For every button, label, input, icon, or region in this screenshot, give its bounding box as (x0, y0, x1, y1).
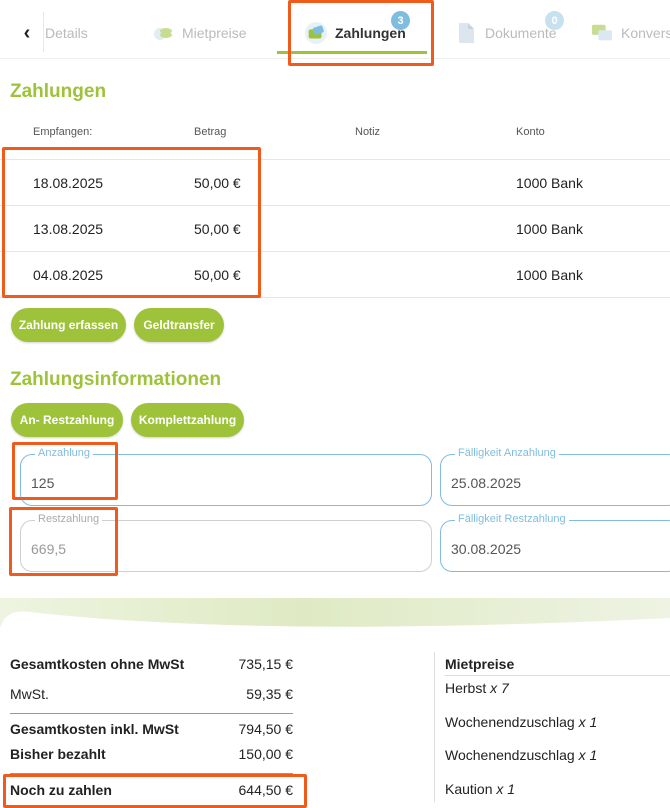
total-net-label: Gesamtkosten ohne MwSt (10, 656, 185, 672)
rental-item-name: Kaution (445, 781, 493, 797)
document-icon (455, 22, 477, 44)
partial-payment-button[interactable]: An- Restzahlung (11, 403, 123, 437)
rental-item-multiplier: x 7 (490, 680, 509, 696)
highlight-box (3, 774, 307, 808)
tab-label: Konvers (621, 25, 670, 41)
highlight-box (288, 0, 434, 66)
column-header: Konto (516, 126, 545, 138)
deposit-due-field[interactable]: Fälligkeit Anzahlung 25.08.2025 (440, 447, 670, 506)
rental-item-multiplier: x 1 (578, 747, 598, 763)
vat-label: MwSt. (10, 686, 49, 702)
rental-item-multiplier: x 1 (578, 714, 598, 730)
paid-value: 150,00 € (238, 746, 294, 762)
chevron-left-icon[interactable]: ‹ (12, 18, 42, 48)
rental-item-multiplier: x 1 (496, 781, 516, 797)
tab-dokumente[interactable]: Dokumente (455, 18, 557, 48)
total-gross-value: 794,50 € (238, 721, 294, 737)
record-payment-button[interactable]: Zahlung erfassen (11, 308, 126, 342)
tab-konversation[interactable]: Konvers (591, 18, 670, 48)
section-title-payments: Zahlungen (10, 81, 107, 102)
column-header: Notiz (355, 126, 381, 138)
tab-label: Details (45, 25, 88, 41)
tab-badge: 0 (545, 11, 564, 30)
total-gross-label: Gesamtkosten inkl. MwSt (10, 721, 179, 737)
tab-label: Dokumente (485, 25, 557, 41)
column-header: Empfangen: (33, 126, 93, 138)
divider (445, 675, 670, 676)
highlight-box (9, 507, 118, 576)
field-label: Fälligkeit Anzahlung (455, 447, 559, 459)
list-item: Wochenendzuschlag x 1 (445, 747, 597, 763)
full-payment-button[interactable]: Komplettzahlung (131, 403, 244, 437)
highlight-box (2, 147, 261, 298)
total-net-value: 735,15 € (238, 656, 294, 672)
wave-divider (0, 598, 670, 638)
chat-icon (591, 22, 613, 44)
divider (10, 713, 293, 714)
payment-account: 1000 Bank (516, 221, 583, 237)
vat-value: 59,35 € (246, 686, 293, 702)
rental-item-name: Wochenendzuschlag (445, 714, 575, 730)
list-item: Wochenendzuschlag x 1 (445, 714, 597, 730)
coins-icon (152, 22, 174, 44)
paid-label: Bisher bezahlt (10, 746, 106, 762)
rental-item-name: Wochenendzuschlag (445, 747, 575, 763)
column-header: Betrag (194, 126, 227, 138)
divider (43, 12, 44, 52)
list-item: Kaution x 1 (445, 781, 515, 797)
payment-account: 1000 Bank (516, 267, 583, 283)
payment-account: 1000 Bank (516, 175, 583, 191)
remaining-due-field[interactable]: Fälligkeit Restzahlung 30.08.2025 (440, 513, 670, 572)
rental-item-name: Herbst (445, 680, 487, 696)
tab-label: Mietpreise (182, 25, 247, 41)
money-transfer-button[interactable]: Geldtransfer (134, 308, 224, 342)
rental-prices-title: Mietpreise (445, 656, 515, 672)
field-value: 30.08.2025 (451, 541, 522, 557)
highlight-box (12, 442, 118, 500)
tab-details[interactable]: Details (45, 18, 88, 48)
section-title-payment-info: Zahlungsinformationen (10, 369, 222, 390)
field-label: Fälligkeit Restzahlung (455, 513, 569, 525)
tab-mietpreise[interactable]: Mietpreise (152, 18, 247, 48)
field-value: 25.08.2025 (451, 475, 522, 491)
list-item: Herbst x 7 (445, 680, 509, 696)
divider (434, 652, 435, 802)
